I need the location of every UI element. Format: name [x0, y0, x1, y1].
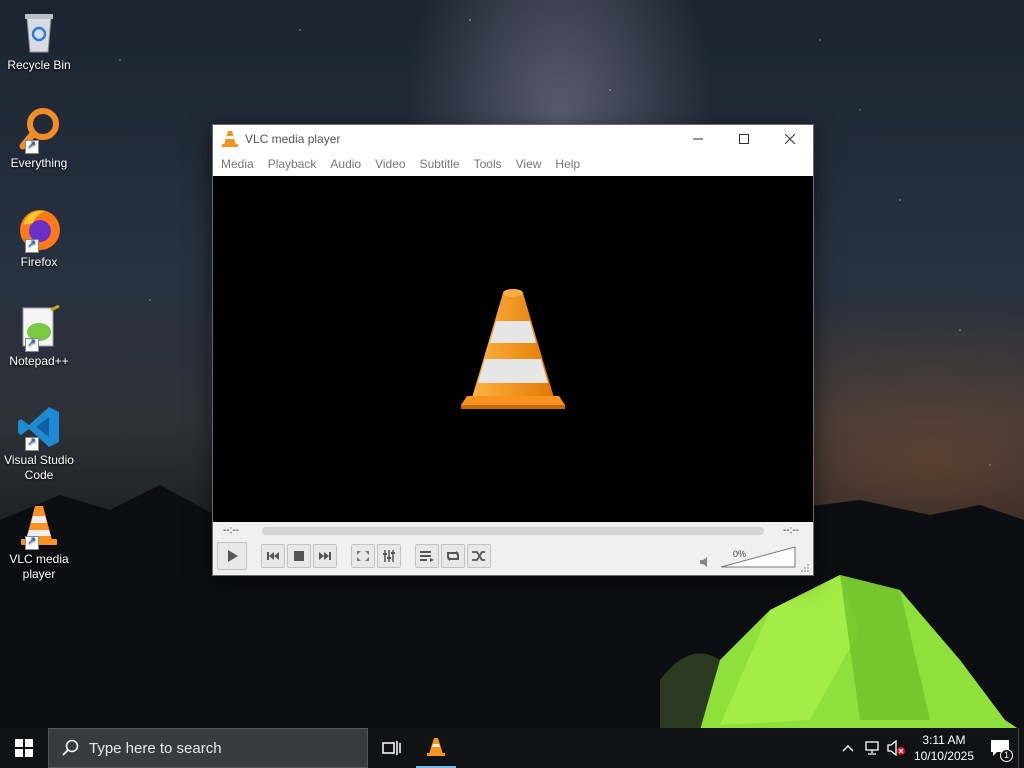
search-placeholder: Type here to search: [89, 739, 222, 757]
volume-tray-button[interactable]: [884, 740, 908, 756]
play-icon: [228, 550, 238, 562]
window-title: VLC media player: [245, 132, 341, 146]
shortcut-arrow-icon: [25, 237, 39, 253]
menu-tools[interactable]: Tools: [468, 157, 510, 171]
playlist-button[interactable]: [415, 544, 439, 568]
menu-bar: Media Playback Audio Video Subtitle Tool…: [213, 153, 813, 175]
desktop-icon-vlc[interactable]: VLC media player: [2, 502, 76, 582]
title-bar[interactable]: VLC media player: [213, 125, 813, 153]
shuffle-icon: [472, 551, 485, 561]
taskbar-search-box[interactable]: Type here to search: [48, 728, 368, 768]
menu-media[interactable]: Media: [215, 157, 262, 171]
speaker-muted-icon: [887, 740, 905, 756]
system-tray: 3:11 AM 10/10/2025 1: [836, 728, 1024, 768]
speaker-icon[interactable]: [699, 557, 711, 567]
playlist-icon: [420, 551, 434, 562]
maximize-icon: [739, 134, 749, 144]
desktop-icon-label: Notepad++: [9, 354, 69, 368]
clock[interactable]: 3:11 AM 10/10/2025: [914, 732, 974, 764]
remaining-time: --:--: [783, 525, 800, 536]
next-icon: [319, 552, 331, 560]
task-view-icon: [382, 741, 401, 755]
show-hidden-icons-button[interactable]: [836, 744, 860, 752]
vlc-icon: [15, 502, 63, 550]
menu-audio[interactable]: Audio: [324, 157, 369, 171]
previous-icon: [267, 552, 279, 560]
vlc-cone-logo-icon: [461, 289, 565, 409]
loop-button[interactable]: [441, 544, 465, 568]
vlc-window: VLC media player Media Playback Audio Vi…: [212, 124, 814, 576]
menu-help[interactable]: Help: [549, 157, 588, 171]
desktop-icon-label: Firefox: [20, 255, 58, 269]
menu-playback[interactable]: Playback: [262, 157, 325, 171]
clock-time: 3:11 AM: [922, 733, 966, 747]
fullscreen-button[interactable]: [351, 544, 375, 568]
firefox-icon: [15, 205, 63, 253]
desktop-icon-label: Everything: [10, 156, 68, 170]
notification-count: 1: [999, 749, 1013, 762]
desktop-icon-firefox[interactable]: Firefox: [2, 205, 76, 270]
desktop-icon-label: VLC media player: [9, 552, 69, 581]
task-view-button[interactable]: [368, 728, 416, 768]
minimize-icon: [693, 138, 703, 140]
play-button[interactable]: [217, 542, 247, 570]
start-button[interactable]: [0, 728, 48, 768]
menu-view[interactable]: View: [510, 157, 550, 171]
close-icon: [785, 134, 795, 144]
shortcut-arrow-icon: [25, 534, 39, 550]
action-center-button[interactable]: 1: [982, 728, 1018, 768]
stop-button[interactable]: [287, 544, 311, 568]
equalizer-icon: [383, 550, 395, 562]
chevron-up-icon: [842, 744, 854, 752]
shuffle-button[interactable]: [467, 544, 491, 568]
extended-settings-button[interactable]: [377, 544, 401, 568]
maximize-button[interactable]: [721, 125, 767, 153]
elapsed-time: --:--: [223, 525, 240, 536]
shortcut-arrow-icon: [25, 138, 39, 154]
loop-icon: [447, 551, 459, 561]
seek-bar[interactable]: [262, 527, 764, 535]
desktop-icon-everything[interactable]: Everything: [2, 106, 76, 171]
minimize-button[interactable]: [675, 125, 721, 153]
resize-grip-icon[interactable]: [801, 563, 810, 572]
video-area[interactable]: [213, 176, 813, 522]
search-icon: [62, 739, 79, 756]
shortcut-arrow-icon: [25, 435, 39, 451]
vscode-icon: [15, 403, 63, 451]
everything-search-icon: [15, 106, 63, 154]
recycle-bin-icon: [15, 8, 63, 56]
fullscreen-icon: [357, 551, 369, 561]
windows-logo-icon: [15, 739, 33, 757]
next-button[interactable]: [313, 544, 337, 568]
desktop-icon-recycle-bin[interactable]: Recycle Bin: [2, 8, 76, 73]
network-button[interactable]: [860, 740, 884, 756]
volume-slider[interactable]: [721, 546, 797, 568]
desktop-icon-label: Visual Studio Code: [4, 453, 74, 482]
desktop-icon-vscode[interactable]: Visual Studio Code: [2, 403, 76, 483]
vlc-icon: [427, 738, 445, 756]
controls-panel: --:-- --:-- 0%: [213, 522, 813, 575]
taskbar: Type here to search 3:11 AM 10/10/2025 1: [0, 728, 1024, 768]
show-desktop-button[interactable]: [1018, 728, 1024, 768]
notepad-plus-plus-icon: [15, 304, 63, 352]
wallpaper-tent: [660, 575, 1020, 730]
desktop-icon-label: Recycle Bin: [7, 58, 71, 72]
clock-date: 10/10/2025: [913, 749, 974, 763]
vlc-cone-icon: [222, 131, 238, 147]
network-icon: [865, 741, 879, 755]
desktop-icon-notepad-plus-plus[interactable]: Notepad++: [2, 304, 76, 369]
menu-video[interactable]: Video: [369, 157, 413, 171]
shortcut-arrow-icon: [25, 336, 39, 352]
menu-subtitle[interactable]: Subtitle: [414, 157, 468, 171]
previous-button[interactable]: [261, 544, 285, 568]
stop-icon: [294, 551, 304, 561]
taskbar-vlc-button[interactable]: [416, 728, 456, 768]
close-button[interactable]: [767, 125, 813, 153]
